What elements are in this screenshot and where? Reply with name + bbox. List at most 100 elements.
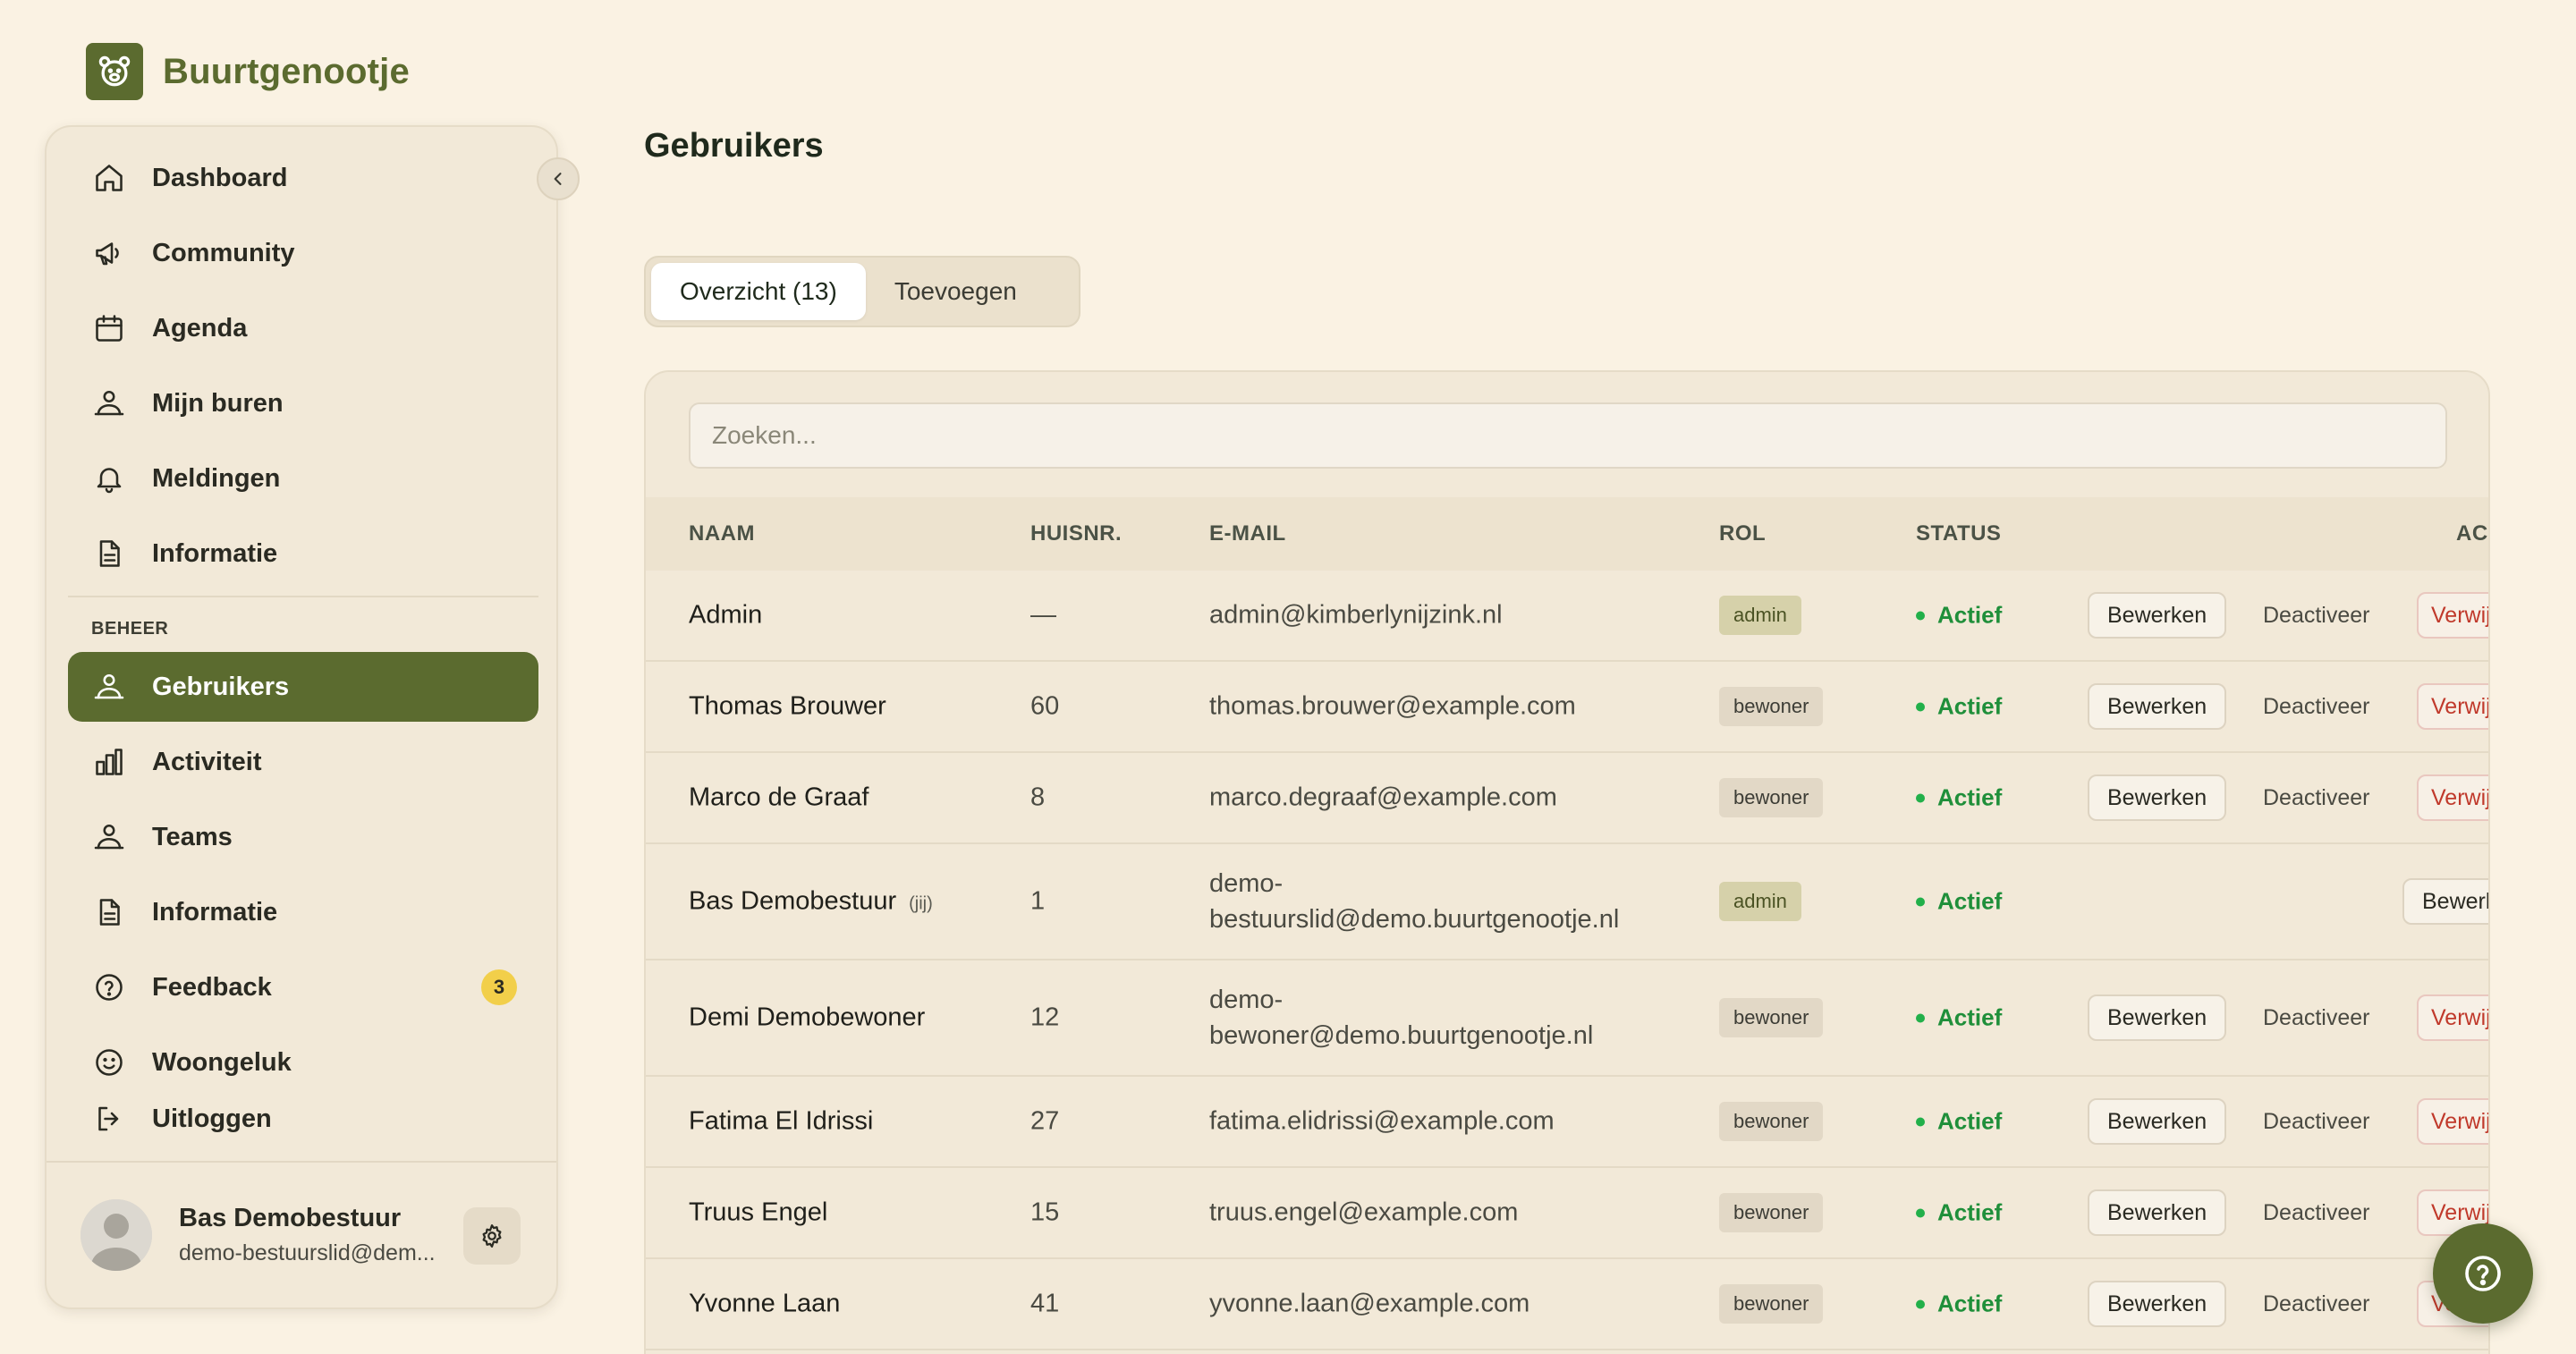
avatar: [80, 1199, 152, 1271]
help-button[interactable]: [2433, 1223, 2533, 1324]
logout-button[interactable]: Uitloggen: [68, 1099, 538, 1138]
sidebar-item-label: Gebruikers: [152, 672, 290, 701]
users-table: NAAM HUISNR. E-MAIL ROL STATUS AC Admin …: [646, 497, 2488, 1350]
edit-button[interactable]: Bewerken: [2088, 1281, 2227, 1327]
sidebar-item-label: Mijn buren: [152, 388, 284, 418]
sidebar-item-mijn-buren[interactable]: Mijn buren: [68, 368, 538, 438]
deactivate-button[interactable]: Deactiveer: [2263, 1200, 2370, 1226]
sidebar-item-informatie-admin[interactable]: Informatie: [68, 877, 538, 947]
people-icon: [91, 669, 127, 705]
status-label: Actief: [1937, 1198, 2003, 1226]
role-badge: bewoner: [1719, 687, 1824, 726]
brand-name: Buurtgenootje: [163, 51, 410, 91]
user-name: Admin: [689, 600, 763, 630]
user-huisnr: 27: [1030, 1106, 1060, 1136]
sidebar-item-activiteit[interactable]: Activiteit: [68, 727, 538, 797]
status-dot-icon: [1916, 1299, 1925, 1308]
column-header-email[interactable]: E-MAIL: [1209, 521, 1286, 546]
status-label: Actief: [1937, 601, 2003, 629]
role-badge-label: bewoner: [1719, 778, 1824, 817]
user-huisnr: 12: [1030, 1003, 1060, 1032]
status-label: Actief: [1937, 1003, 2003, 1031]
sidebar-item-community[interactable]: Community: [68, 218, 538, 288]
delete-button[interactable]: Verwij: [2417, 1098, 2488, 1145]
deactivate-button[interactable]: Deactiveer: [2263, 603, 2370, 629]
brand[interactable]: Buurtgenootje: [86, 43, 410, 100]
tab-overzicht[interactable]: Overzicht (13): [651, 263, 866, 320]
sidebar-item-label: Teams: [152, 822, 233, 851]
user-name: Fatima El Idrissi: [689, 1106, 874, 1136]
profile-name: Bas Demobestuur: [179, 1204, 402, 1232]
deactivate-button[interactable]: Deactiveer: [2263, 1005, 2370, 1031]
user-email: admin@kimberlynijzink.nl: [1209, 600, 1503, 630]
edit-button[interactable]: Bewerken: [2088, 683, 2227, 730]
edit-button[interactable]: Bewerl: [2402, 878, 2488, 925]
edit-button[interactable]: Bewerken: [2088, 592, 2227, 639]
logout-icon: [91, 1101, 127, 1137]
deactivate-button[interactable]: Deactiveer: [2263, 694, 2370, 720]
user-email-line: demo-: [1209, 869, 1284, 898]
search-input[interactable]: [689, 402, 2447, 469]
sidebar-item-label: Community: [152, 238, 295, 267]
status-badge: Actief: [1916, 1291, 2002, 1318]
delete-button[interactable]: Verwij: [2417, 592, 2488, 639]
sidebar-item-dashboard[interactable]: Dashboard: [68, 143, 538, 213]
edit-button[interactable]: Bewerken: [2088, 1098, 2227, 1145]
sidebar-item-informatie[interactable]: Informatie: [68, 519, 538, 588]
edit-button[interactable]: Bewerken: [2088, 774, 2227, 821]
sidebar-item-woongeluk[interactable]: Woongeluk: [68, 1028, 538, 1097]
tab-toevoegen[interactable]: Toevoegen: [866, 263, 1046, 320]
table-row: Admin — admin@kimberlynijzink.nl admin A…: [646, 571, 2488, 662]
sidebar-item-label: Activiteit: [152, 747, 262, 776]
table-header: NAAM HUISNR. E-MAIL ROL STATUS AC: [646, 497, 2488, 571]
status-badge: Actief: [1916, 1199, 2002, 1227]
status-label: Actief: [1937, 1290, 2003, 1317]
user-profile[interactable]: Bas Demobestuur demo-bestuurslid@dem...: [47, 1161, 556, 1307]
delete-button[interactable]: Verwij: [2417, 774, 2488, 821]
sidebar-item-label: Informatie: [152, 897, 278, 927]
column-header-huisnr[interactable]: HUISNR.: [1030, 521, 1122, 546]
delete-button[interactable]: Verwij: [2417, 683, 2488, 730]
user-huisnr: 15: [1030, 1197, 1060, 1227]
column-header-role[interactable]: ROL: [1719, 521, 1766, 546]
status-badge: Actief: [1916, 1004, 2002, 1032]
collapse-sidebar-button[interactable]: [537, 157, 580, 200]
column-header-status[interactable]: STATUS: [1916, 521, 2001, 546]
profile-email: demo-bestuurslid@dem...: [179, 1240, 436, 1265]
role-badge: bewoner: [1719, 998, 1824, 1037]
sidebar-item-meldingen[interactable]: Meldingen: [68, 444, 538, 513]
user-huisnr: 1: [1030, 886, 1046, 916]
help-circle-icon: [91, 969, 127, 1005]
status-dot-icon: [1916, 611, 1925, 620]
table-row: Marco de Graaf 8 marco.degraaf@example.c…: [646, 753, 2488, 844]
sidebar-nav: Dashboard Community Agenda Mijn buren Me…: [68, 143, 538, 1144]
status-label: Actief: [1937, 887, 2003, 915]
sidebar-item-label: Feedback: [152, 972, 272, 1002]
edit-button[interactable]: Bewerken: [2088, 994, 2227, 1041]
user-name: Demi Demobewoner: [689, 1003, 926, 1032]
settings-button[interactable]: [463, 1207, 521, 1265]
role-badge: bewoner: [1719, 1102, 1824, 1141]
deactivate-button[interactable]: Deactiveer: [2263, 1291, 2370, 1317]
sidebar: Dashboard Community Agenda Mijn buren Me…: [45, 125, 580, 1309]
user-huisnr: —: [1030, 600, 1056, 630]
sidebar-item-feedback[interactable]: Feedback 3: [68, 952, 538, 1022]
column-header-name[interactable]: NAAM: [689, 521, 755, 546]
user-email: thomas.brouwer@example.com: [1209, 691, 1576, 721]
people-icon: [91, 385, 127, 421]
deactivate-button[interactable]: Deactiveer: [2263, 1109, 2370, 1135]
user-huisnr: 41: [1030, 1289, 1060, 1318]
sidebar-item-gebruikers[interactable]: Gebruikers: [68, 652, 538, 722]
role-badge: bewoner: [1719, 1193, 1824, 1232]
delete-button[interactable]: Verwij: [2417, 994, 2488, 1041]
role-badge: bewoner: [1719, 1284, 1824, 1324]
sidebar-item-agenda[interactable]: Agenda: [68, 293, 538, 363]
sidebar-item-teams[interactable]: Teams: [68, 802, 538, 872]
edit-button[interactable]: Bewerken: [2088, 1189, 2227, 1236]
role-badge-label: bewoner: [1719, 1284, 1824, 1324]
deactivate-button[interactable]: Deactiveer: [2263, 785, 2370, 811]
user-name: Thomas Brouwer: [689, 691, 886, 721]
nav-section-title: BEHEER: [91, 619, 169, 639]
status-dot-icon: [1916, 1117, 1925, 1126]
status-dot-icon: [1916, 897, 1925, 906]
